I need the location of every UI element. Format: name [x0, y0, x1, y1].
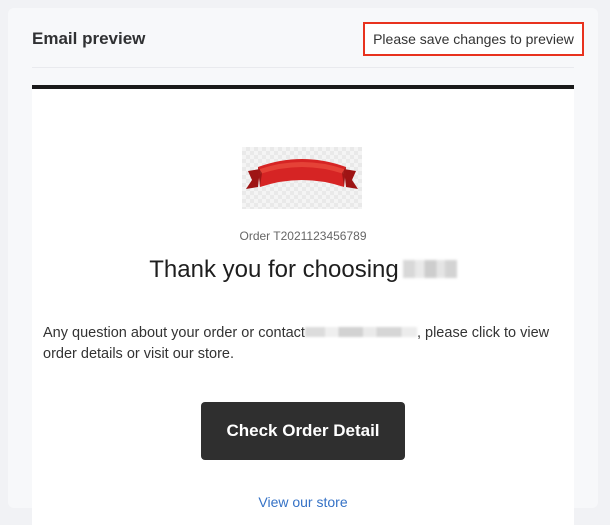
store-logo [242, 147, 362, 209]
email-preview-frame: Order T2021123456789 Thank you for choos… [32, 85, 574, 525]
save-changes-hint: Please save changes to preview [363, 22, 584, 56]
email-body-text: Any question about your order or contact… [43, 323, 563, 365]
panel-title: Email preview [32, 29, 146, 48]
blurred-store-name [402, 260, 457, 278]
order-number: Order T2021123456789 [239, 229, 367, 243]
body-text-before: Any question about your order or contact [43, 325, 305, 341]
email-preview-panel: Email preview Please save changes to pre… [8, 8, 598, 525]
check-order-detail-button[interactable]: Check Order Detail [201, 402, 405, 460]
thanks-heading-row: Thank you for choosing [32, 254, 574, 286]
thanks-heading: Thank you for choosing [149, 256, 399, 283]
header-divider [32, 67, 574, 68]
ribbon-banner-icon [246, 159, 358, 189]
blurred-contact-email [304, 327, 417, 337]
